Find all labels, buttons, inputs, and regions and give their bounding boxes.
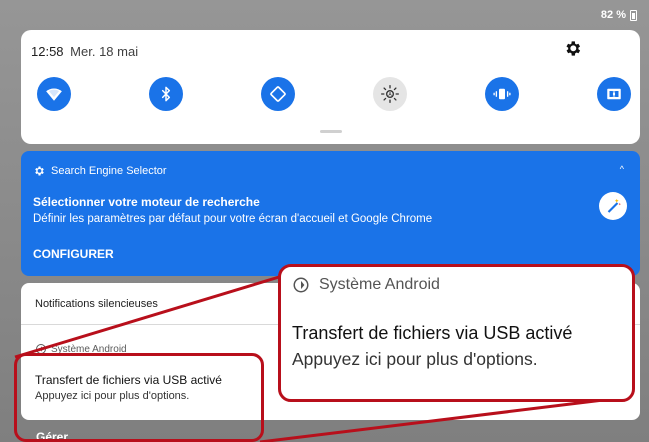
chevron-up-icon[interactable]: ^ <box>620 164 624 174</box>
usb-transfer-text[interactable]: Appuyez ici pour plus d'options. <box>35 390 189 402</box>
silent-notifications-header: Notifications silencieuses <box>35 298 158 310</box>
configure-button[interactable]: CONFIGURER <box>33 247 114 261</box>
wifi-toggle[interactable] <box>37 77 71 111</box>
zoom-app-header: Système Android <box>292 276 440 294</box>
dolby-toggle[interactable] <box>597 77 631 111</box>
auto-brightness-toggle[interactable]: A <box>373 77 407 111</box>
auto-rotate-icon <box>270 86 286 102</box>
android-system-icon <box>36 344 46 354</box>
android-notification-shade: 82 % 12:58 Mer. 18 mai A Search Engine S… <box>0 0 649 442</box>
zoom-app-name: Système Android <box>319 276 440 293</box>
manage-button[interactable]: Gérer <box>36 430 68 442</box>
auto-brightness-icon: A <box>381 85 399 104</box>
status-bar: 82 % <box>601 8 637 22</box>
magic-wand-icon <box>599 192 627 220</box>
zoom-usb-title: Transfert de fichiers via USB activé <box>292 323 573 343</box>
zoomed-usb-notification: Système Android Transfert de fichiers vi… <box>278 264 635 402</box>
bluetooth-toggle[interactable] <box>149 77 183 111</box>
quick-toggle-row: A <box>37 77 631 113</box>
vibrate-toggle[interactable] <box>485 77 519 111</box>
search-engine-app-name: Search Engine Selector <box>51 165 167 177</box>
vibrate-icon <box>493 88 511 100</box>
settings-gear-icon <box>35 166 44 176</box>
clock-date: 12:58 Mer. 18 mai <box>31 44 138 59</box>
auto-rotate-toggle[interactable] <box>261 77 295 111</box>
usb-transfer-title[interactable]: Transfert de fichiers via USB activé <box>35 373 222 387</box>
dolby-icon <box>607 88 621 100</box>
zoom-usb-text: Appuyez ici pour plus d'options. <box>292 349 538 369</box>
android-system-app-name: Système Android <box>51 343 127 355</box>
search-engine-notification[interactable]: Search Engine Selector ^ Sélectionner vo… <box>21 151 640 276</box>
bluetooth-icon <box>161 86 171 102</box>
battery-percentage: 82 % <box>600 9 626 21</box>
search-engine-text: Définir les paramètres par défaut pour v… <box>33 213 433 225</box>
search-engine-app-header: Search Engine Selector <box>33 165 167 177</box>
quick-settings-drag-handle[interactable] <box>320 130 342 133</box>
search-engine-title: Sélectionner votre moteur de recherche <box>33 195 260 209</box>
clock: 12:58 <box>31 44 64 59</box>
android-system-app-header: Système Android <box>35 343 127 355</box>
quick-settings-panel: 12:58 Mer. 18 mai A <box>21 30 640 144</box>
date: Mer. 18 mai <box>70 44 139 59</box>
gear-icon[interactable] <box>563 39 582 58</box>
wifi-icon <box>46 88 62 101</box>
android-system-icon <box>293 277 309 293</box>
battery-icon <box>630 9 637 21</box>
